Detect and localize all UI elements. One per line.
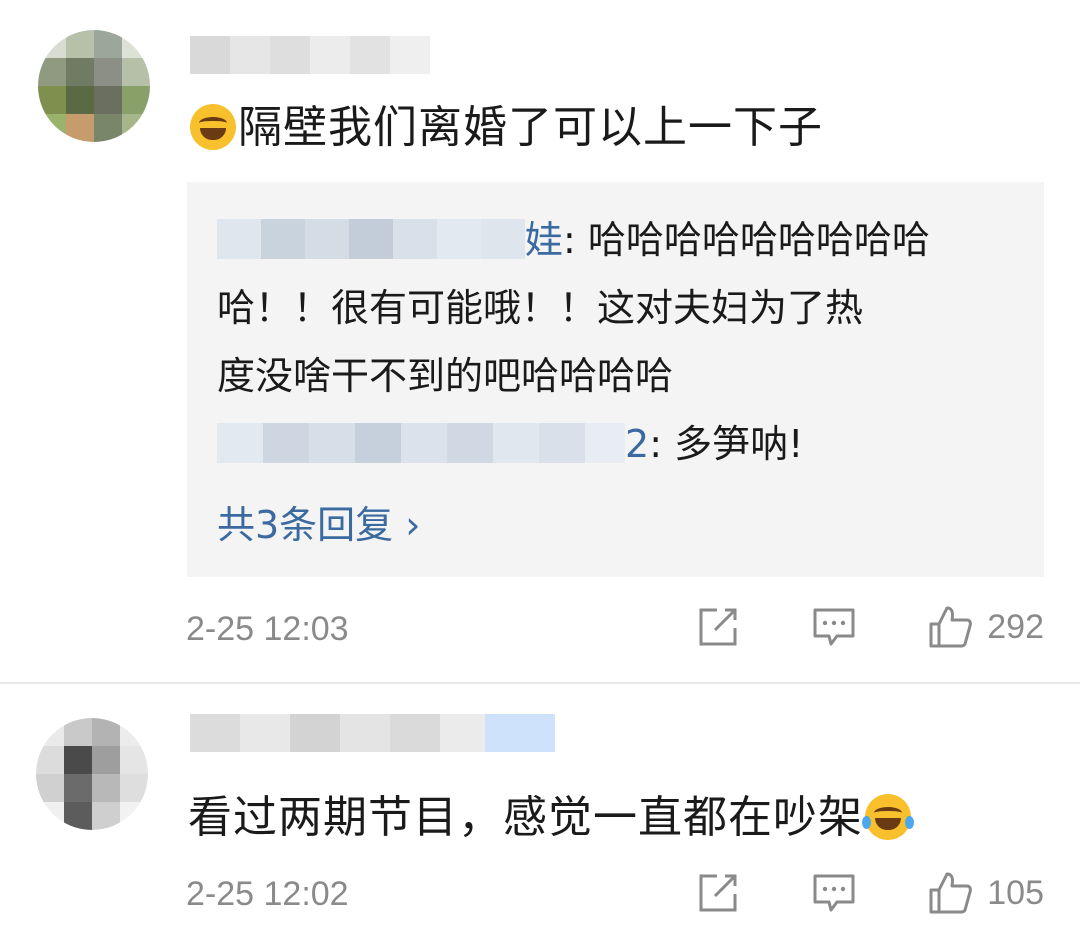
reply-username-tail[interactable]: 娃 [525, 218, 563, 262]
like-count: 292 [987, 607, 1044, 646]
reply-item: 娃: 哈哈哈哈哈哈哈哈哈 哈！！很有可能哦！！这对夫妇为了热 度没啥干不到的吧哈… [217, 206, 1017, 410]
username-blurred[interactable] [190, 36, 430, 74]
reply-text: 哈！！很有可能哦！！这对夫妇为了热 [217, 286, 864, 330]
avatar[interactable] [38, 30, 150, 142]
comment-text: 隔壁我们离婚了可以上一下子 [188, 100, 823, 156]
reply-box[interactable]: 娃: 哈哈哈哈哈哈哈哈哈 哈！！很有可能哦！！这对夫妇为了热 度没啥干不到的吧哈… [187, 182, 1044, 577]
reply-username-blurred[interactable] [217, 219, 525, 259]
share-icon[interactable] [695, 870, 741, 916]
comment-icon[interactable] [811, 870, 857, 916]
username-blurred[interactable] [190, 714, 555, 752]
comment-timestamp: 2-25 12:03 [186, 610, 349, 648]
comment-timestamp: 2-25 12:02 [186, 875, 349, 913]
reply-text: : 多笋呐! [649, 422, 804, 466]
view-more-replies-link[interactable]: 共3条回复 › [217, 494, 420, 549]
comment-icon[interactable] [811, 604, 857, 650]
chevron-right-icon: › [405, 503, 421, 547]
comment-actions: 105 [695, 870, 1044, 916]
reply-text: 度没啥干不到的吧哈哈哈哈 [217, 354, 674, 398]
reply-username-blurred[interactable] [217, 423, 625, 463]
comment-text: 看过两期节目，感觉一直都在吵架 [188, 790, 914, 846]
comment-actions: 292 [695, 604, 1044, 650]
reply-item: 2: 多笋呐! [217, 410, 1017, 478]
divider [0, 682, 1080, 684]
laughing-emoji-icon [190, 104, 236, 150]
like-button[interactable]: 105 [927, 870, 1044, 916]
like-count: 105 [987, 873, 1044, 912]
thumbs-up-icon [929, 606, 973, 648]
reply-username-tail[interactable]: 2 [625, 422, 649, 466]
crying-laughing-emoji-icon [862, 794, 914, 840]
like-button[interactable]: 292 [927, 604, 1044, 650]
comment-item: 隔壁我们离婚了可以上一下子 娃: 哈哈哈哈哈哈哈哈哈 哈！！很有可能哦！！这对夫… [0, 0, 1080, 680]
avatar[interactable] [36, 718, 148, 830]
reply-text: : 哈哈哈哈哈哈哈哈哈 [563, 218, 930, 262]
thumbs-up-icon [929, 872, 973, 914]
share-icon[interactable] [695, 604, 741, 650]
